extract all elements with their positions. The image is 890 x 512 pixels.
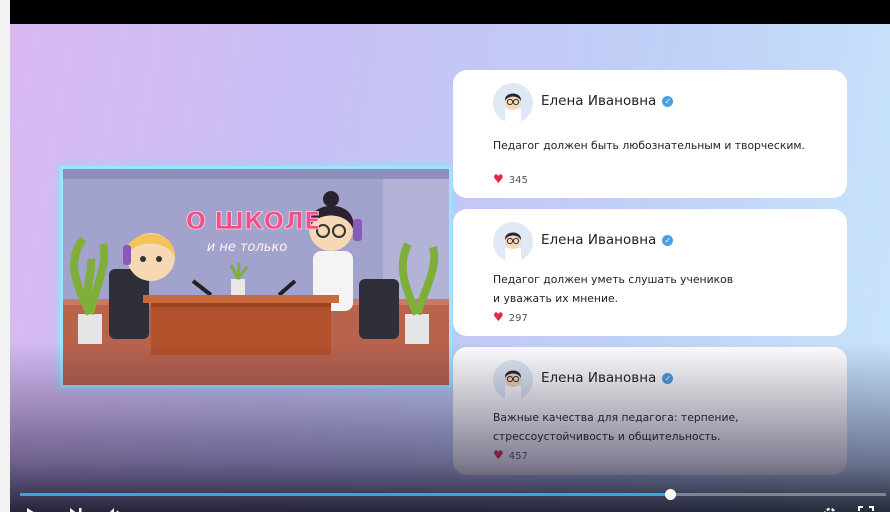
comment-card: Елена Ивановна ✓ Педагог должен уметь слу… [453,209,847,336]
comment-text: Педагог должен быть любознательным и тво… [493,139,805,152]
heart-icon: ♥ [493,310,504,324]
comment-text: Важные качества для педагога: терпение, … [493,411,739,443]
avatar [493,83,533,123]
progress-played [20,493,670,496]
volume-icon[interactable] [105,506,123,512]
avatar [493,222,533,262]
avatar [493,360,533,400]
likes-count[interactable]: ♥ 345 [493,172,528,186]
heart-icon: ♥ [493,172,504,186]
comment-author: Елена Ивановна ✓ [541,93,674,109]
fullscreen-icon[interactable] [858,506,874,512]
plant-pot-left [78,314,102,344]
comment-author: Елена Ивановна ✓ [541,370,674,386]
verified-icon: ✓ [662,96,674,107]
verified-icon: ✓ [662,235,674,246]
desk [151,303,331,355]
likes-count[interactable]: ♥ 457 [493,448,528,462]
video-thumbnail: О ШКОЛЕ и не только [60,166,452,388]
comment-author: Елена Ивановна ✓ [541,232,674,248]
video-player[interactable]: О ШКОЛЕ и не только Елена Ивановна ✓ Педа… [10,0,890,512]
video-frame[interactable]: О ШКОЛЕ и не только Елена Ивановна ✓ Педа… [10,24,890,512]
likes-count[interactable]: ♥ 297 [493,310,528,324]
comment-text: Педагог должен уметь слушать учеников и … [493,273,734,305]
play-icon[interactable] [24,506,40,512]
player-top-bar [10,0,890,24]
progress-scrubber[interactable] [664,489,676,500]
plant-pot-right [405,314,429,344]
next-icon[interactable] [68,506,84,512]
progress-bar[interactable] [20,489,886,500]
heart-icon: ♥ [493,448,504,462]
thumbnail-title: О ШКОЛЕ [186,207,321,235]
comment-card: Елена Ивановна ✓ Важные качества для педа… [453,347,847,475]
verified-icon: ✓ [662,373,674,384]
thumbnail-subtitle: и не только [207,240,288,255]
settings-icon[interactable] [822,506,838,512]
comment-card: Елена Ивановна ✓ Педагог должен быть любо… [453,70,847,198]
